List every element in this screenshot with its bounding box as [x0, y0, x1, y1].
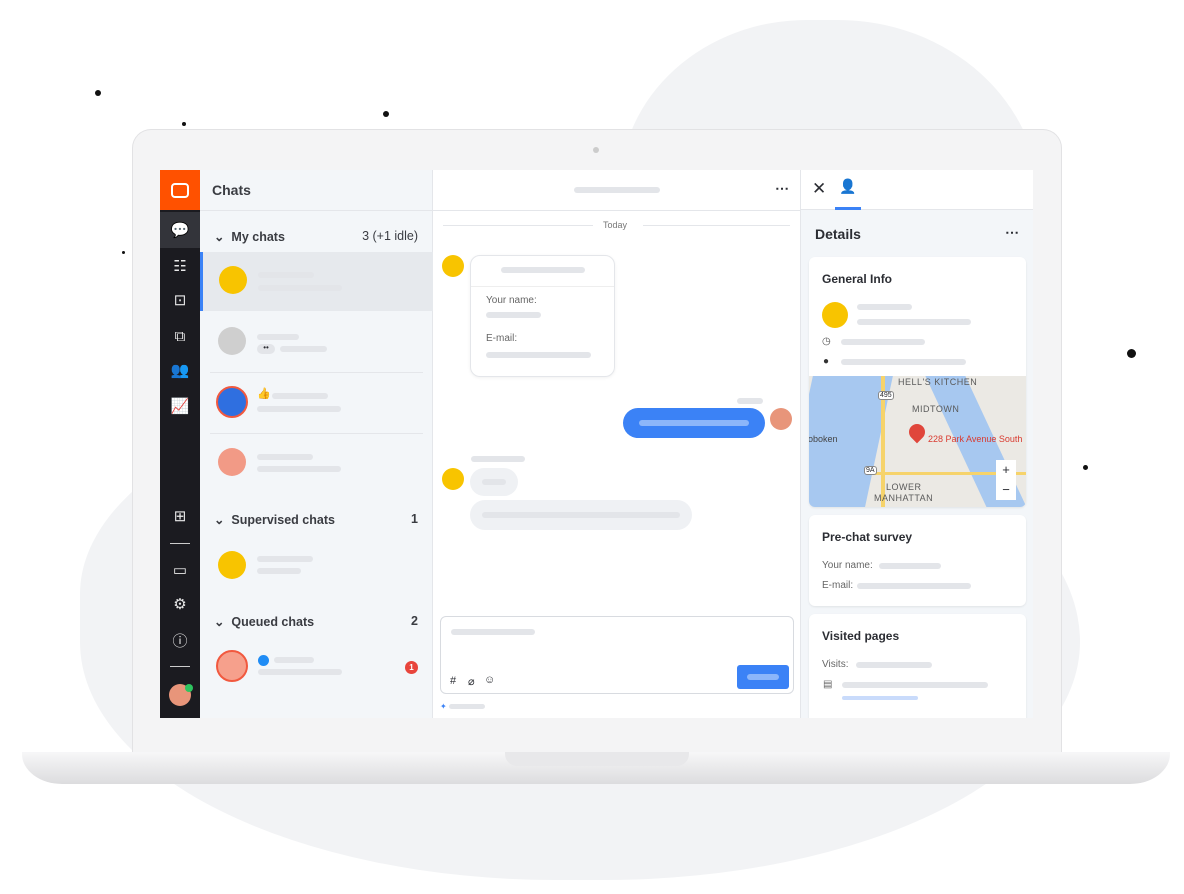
chevron-down-icon: ⌄: [214, 615, 232, 629]
list-icon[interactable]: ☷: [160, 248, 200, 284]
decor-dot: [182, 122, 186, 126]
visitor-message: [470, 468, 518, 496]
message-composer[interactable]: # ⌀ ☺: [440, 616, 794, 694]
typing-indicator: ••: [257, 344, 275, 354]
ticket-icon[interactable]: ⧉: [160, 318, 200, 354]
zoom-out-button[interactable]: −: [996, 480, 1016, 500]
help-icon[interactable]: ⓘ: [160, 622, 200, 658]
decor-dot: [383, 111, 389, 117]
avatar: [442, 255, 464, 277]
agent-message: [623, 408, 765, 438]
avatar: [218, 551, 246, 579]
chat-item[interactable]: [200, 434, 433, 494]
more-icon[interactable]: ⋯: [1005, 224, 1019, 241]
camera: [593, 147, 599, 153]
decor-dot: [122, 251, 125, 254]
zoom-in-button[interactable]: +: [996, 460, 1016, 480]
reports-icon[interactable]: 📈: [160, 388, 200, 424]
chat-list-panel: Chats ⌄ My chats 3 (+1 idle) •• 👍 ⌄ Super…: [200, 170, 433, 718]
chevron-down-icon: ⌄: [214, 513, 232, 527]
avatar: [216, 650, 248, 682]
close-icon[interactable]: ✕: [812, 179, 826, 199]
map-label: MIDTOWN: [912, 404, 960, 414]
chat-item-selected[interactable]: [200, 252, 433, 311]
team-icon[interactable]: 👥: [160, 352, 200, 388]
livechat-logo[interactable]: [160, 170, 200, 210]
apps-icon[interactable]: ⊞: [160, 498, 200, 534]
avatar: [218, 448, 246, 476]
supervised-chats-header[interactable]: ⌄ Supervised chats 1: [214, 512, 418, 527]
settings-icon[interactable]: ⚙: [160, 586, 200, 622]
general-info-card: General Info ◷ ● HELL'S KITCHEN MIDTOWN …: [809, 257, 1026, 507]
avatar: [218, 327, 246, 355]
decor-dot: [95, 90, 101, 96]
app-screen: 💬 ☷ ⊡ ⧉ 👥 📈 ⊞ ▭ ⚙ ⓘ Chats ⌄ My chats 3 (+…: [160, 170, 1033, 718]
decor-dot: [1127, 349, 1136, 358]
highway-shield: 9A: [864, 466, 877, 475]
chat-item[interactable]: 1: [200, 638, 433, 698]
visitor-message: [470, 500, 692, 530]
details-title: Details: [815, 226, 861, 242]
date-divider: Today: [603, 220, 628, 230]
sparkle-icon: ✦: [440, 702, 447, 711]
attachment-icon[interactable]: ⌀: [468, 675, 475, 688]
chevron-down-icon: ⌄: [214, 230, 232, 244]
map-pin-icon: [905, 420, 929, 444]
map-label: LOWER: [886, 482, 922, 492]
nav-sidebar: 💬 ☷ ⊡ ⧉ 👥 📈 ⊞ ▭ ⚙ ⓘ: [160, 170, 200, 718]
clock-icon: ◷: [822, 336, 831, 347]
emoji-icon[interactable]: ☺: [484, 674, 495, 686]
unread-badge: 1: [405, 661, 418, 674]
avatar: [442, 468, 464, 490]
send-button[interactable]: [737, 665, 789, 689]
location-icon: ●: [823, 356, 830, 367]
more-icon[interactable]: ⋯: [775, 180, 789, 197]
messenger-icon: [258, 655, 269, 666]
avatar: [770, 408, 792, 430]
highway-shield: 495: [878, 391, 894, 400]
chat-item[interactable]: ••: [200, 311, 433, 372]
avatar: [216, 386, 248, 418]
avatar: [219, 266, 247, 294]
queued-chats-header[interactable]: ⌄ Queued chats 2: [214, 614, 418, 629]
status-online-dot: [185, 684, 193, 692]
visited-pages-card: Visited pages Visits: ▤: [809, 614, 1026, 718]
chat-item[interactable]: 👍: [200, 373, 433, 433]
map-label: HELL'S KITCHEN: [898, 377, 978, 387]
hashtag-icon[interactable]: #: [450, 675, 456, 687]
map-label: MANHATTAN: [874, 493, 934, 503]
prechat-survey-card: Pre-chat survey Your name: E-mail:: [809, 515, 1026, 606]
page-icon: ▤: [823, 679, 833, 690]
map[interactable]: HELL'S KITCHEN MIDTOWN oboken LOWER MANH…: [809, 376, 1026, 507]
chats-title: Chats: [212, 182, 251, 198]
avatar: [822, 302, 848, 328]
thumbs-up-icon: 👍: [257, 388, 271, 400]
divider: [170, 666, 190, 667]
laptop-notch: [505, 752, 689, 766]
customer-tab-icon[interactable]: 👤: [835, 178, 861, 210]
chat-item[interactable]: [200, 536, 433, 596]
decor-dot: [1083, 465, 1088, 470]
divider: [170, 543, 190, 544]
chat-area: ⋯ Today Your name: E-mail: # ⌀ ☺ ✦: [433, 170, 800, 718]
map-address: 228 Park Avenue South: [928, 434, 1023, 444]
map-label: oboken: [809, 434, 838, 444]
details-panel: ✕ 👤 Details ⋯ General Info ◷ ● HELL'S KI…: [800, 170, 1033, 718]
inbox-icon[interactable]: ⊡: [160, 282, 200, 318]
billing-icon[interactable]: ▭: [160, 552, 200, 588]
my-chats-header[interactable]: ⌄ My chats 3 (+1 idle): [214, 229, 418, 244]
chats-icon[interactable]: 💬: [160, 212, 200, 248]
form-card: Your name: E-mail:: [470, 255, 615, 377]
